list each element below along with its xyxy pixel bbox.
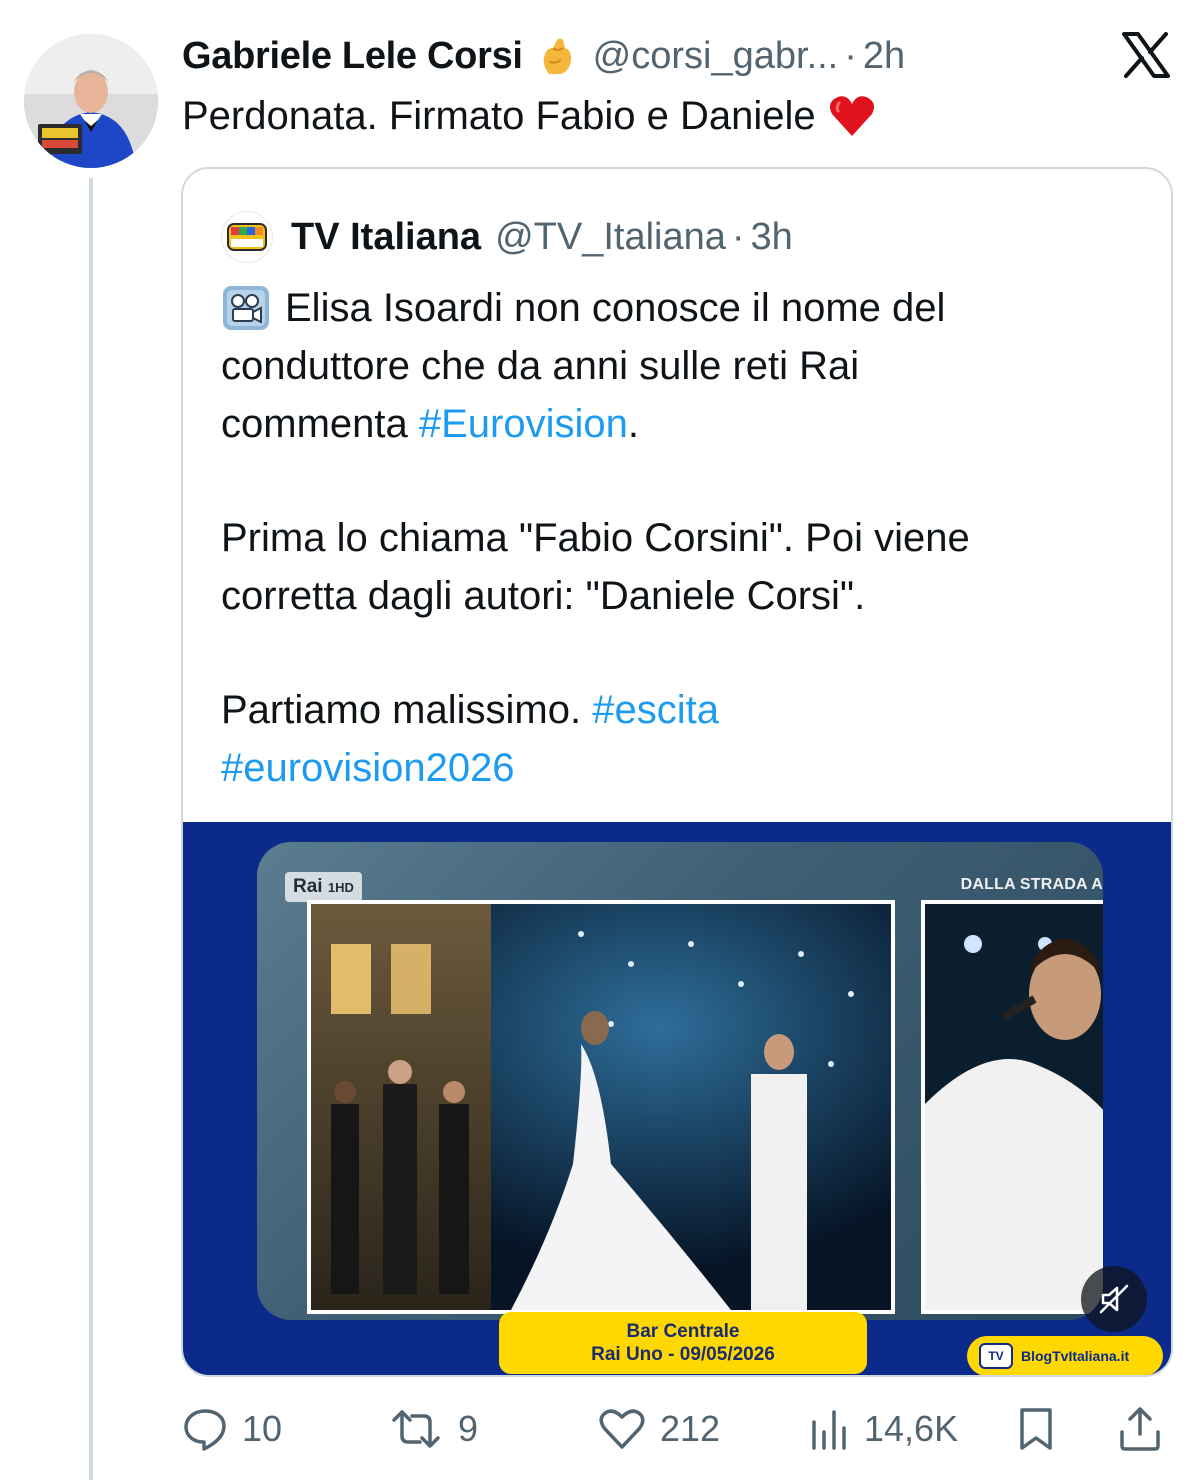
quoted-text-line: #eurovision2026 <box>221 739 1141 797</box>
quoted-text-line-1: Elisa Isoardi non conosce il nome del <box>285 286 946 330</box>
quoted-tweet-header: TV Italiana @TV_Italiana · 3h <box>221 209 793 265</box>
broadcast-strip-text: DALLA STRADA A <box>960 876 1103 893</box>
repost-button[interactable]: 9 <box>388 1398 478 1460</box>
quoted-text-line: Elisa Isoardi non conosce il nome del <box>221 279 1141 337</box>
share-icon <box>1120 1407 1160 1451</box>
tweet-actions-bar: 10 9 212 14,6K <box>182 1398 1172 1460</box>
stage-scene-image <box>307 900 895 1314</box>
quoted-author-name[interactable]: TV Italiana <box>291 216 481 259</box>
reply-icon <box>184 1409 226 1451</box>
quoted-text-line-5: corretta dagli autori: "Daniele Corsi". <box>221 574 866 618</box>
repost-count: 9 <box>458 1408 479 1449</box>
quoted-tweet-timestamp[interactable]: 3h <box>751 216 793 259</box>
heart-icon <box>599 1409 645 1449</box>
quoted-text-line: Partiamo malissimo. #escita <box>221 681 1141 739</box>
quoted-text-line-4: Prima lo chiama "Fabio Corsini". Poi vie… <box>221 516 970 560</box>
author-handle[interactable]: @corsi_gabr... <box>593 35 839 78</box>
movie-camera-emoji-icon <box>221 284 271 332</box>
quoted-author-avatar[interactable] <box>221 211 273 263</box>
caption-line-1: Bar Centrale <box>626 1321 740 1342</box>
speaker-muted-icon <box>1099 1284 1129 1314</box>
channel-logo-text: Rai <box>293 876 323 897</box>
bookmark-icon <box>1020 1408 1052 1450</box>
quoted-tweet-text: Elisa Isoardi non conosce il nome del co… <box>221 279 1141 797</box>
watermark-text: BlogTvItaliana.it <box>1021 1348 1130 1364</box>
bar-chart-icon <box>812 1410 846 1450</box>
thread-connector-line <box>89 178 93 1480</box>
quoted-text-line: commenta #Eurovision . <box>221 395 1141 453</box>
caption-line-2: Rai Uno - 09/05/2026 <box>591 1344 775 1365</box>
x-logo-icon[interactable] <box>1122 32 1170 78</box>
view-count: 14,6K <box>864 1408 959 1449</box>
quoted-text-line: Prima lo chiama "Fabio Corsini". Poi vie… <box>221 509 1141 567</box>
channel-logo: Rai 1HD <box>285 872 362 902</box>
separator-dot: · <box>844 34 857 77</box>
watermark-logo: TV <box>979 1343 1013 1369</box>
pinched-fingers-emoji-icon <box>535 34 579 78</box>
broadcast-caption: Bar Centrale Rai Uno - 09/05/2026 <box>499 1312 867 1374</box>
tweet-timestamp[interactable]: 2h <box>863 35 905 78</box>
author-avatar[interactable] <box>24 34 158 168</box>
tweet-header: Gabriele Lele Corsi @corsi_gabr... · 2h <box>182 28 905 84</box>
bookmark-button[interactable] <box>1016 1398 1070 1460</box>
channel-logo-sub: 1HD <box>327 880 354 895</box>
quoted-text-line: corretta dagli autori: "Daniele Corsi". <box>221 567 1141 625</box>
hashtag-link-eurovision2026[interactable]: #eurovision2026 <box>221 739 515 797</box>
reply-button[interactable]: 10 <box>182 1398 282 1460</box>
tweet-text: Perdonata. Firmato Fabio e Daniele <box>182 88 876 144</box>
quoted-tweet-card[interactable]: TV Italiana @TV_Italiana · 3h Elisa Isoa… <box>181 167 1173 1377</box>
video-media[interactable]: Rai 1HD DALLA STRADA A Bar Centrale Rai … <box>183 822 1171 1375</box>
quoted-separator-dot: · <box>731 215 745 258</box>
author-name[interactable]: Gabriele Lele Corsi <box>182 35 523 78</box>
tweet-text-content: Perdonata. Firmato Fabio e Daniele <box>182 94 816 138</box>
watermark-badge: TV BlogTvItaliana.it <box>967 1336 1163 1375</box>
video-frame: Rai 1HD DALLA STRADA A <box>257 842 1103 1320</box>
repost-icon <box>392 1410 440 1448</box>
quoted-text-line-3-suffix: . <box>627 402 639 446</box>
quoted-text-line: conduttore che da anni sulle reti Rai <box>221 337 1141 395</box>
quoted-text-line-2: conduttore che da anni sulle reti Rai <box>221 344 860 388</box>
quoted-author-handle[interactable]: @TV_Italiana <box>495 216 726 259</box>
views-button[interactable]: 14,6K <box>808 1398 958 1460</box>
like-count: 212 <box>660 1408 721 1449</box>
hashtag-link-escita[interactable]: #escita <box>592 681 719 739</box>
reply-count: 10 <box>242 1408 283 1449</box>
hashtag-link-eurovision[interactable]: #Eurovision <box>419 395 628 453</box>
share-button[interactable] <box>1118 1398 1176 1460</box>
quoted-text-line-3-prefix: commenta <box>221 402 419 446</box>
quoted-text-line-6-prefix: Partiamo malissimo. <box>221 688 593 732</box>
singer-closeup-image <box>921 900 1103 1314</box>
red-heart-emoji-icon <box>828 94 876 138</box>
mute-button[interactable] <box>1081 1266 1147 1332</box>
like-button[interactable]: 212 <box>598 1398 720 1460</box>
